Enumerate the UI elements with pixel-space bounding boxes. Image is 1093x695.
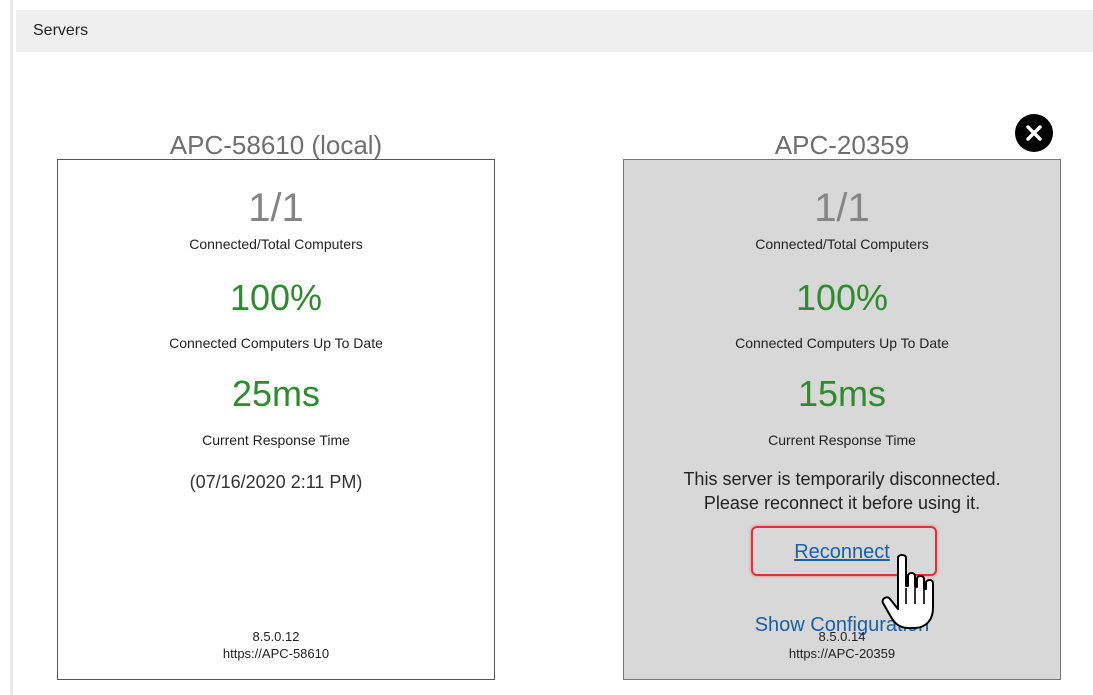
connected-label: Connected/Total Computers <box>189 236 363 252</box>
response-label: Current Response Time <box>202 432 350 448</box>
uptodate-value: 100% <box>229 277 323 318</box>
server-card-remote: APC-20359 1/1 Connected/Total Computers … <box>623 128 1061 680</box>
connected-label: Connected/Total Computers <box>755 236 929 252</box>
uptodate-value: 100% <box>795 277 889 318</box>
uptodate-label: Connected Computers Up To Date <box>169 335 383 351</box>
connected-ratio: 1/1 <box>248 186 304 230</box>
close-icon[interactable] <box>1015 114 1053 152</box>
uptodate-label: Connected Computers Up To Date <box>735 335 949 351</box>
server-stats-panel[interactable]: 1/1 Connected/Total Computers 100% Conne… <box>623 159 1061 680</box>
disconnected-warning: This server is temporarily disconnected.… <box>624 467 1060 515</box>
server-version: 8.5.0.14 <box>818 629 866 644</box>
server-name: APC-58610 (local) <box>169 130 383 160</box>
server-stats-panel[interactable]: 1/1 Connected/Total Computers 100% Conne… <box>57 159 495 680</box>
page-title: Servers <box>33 22 89 39</box>
server-name: APC-20359 <box>774 130 910 160</box>
warning-line-2: Please reconnect it before using it. <box>703 493 981 513</box>
warning-line-1: This server is temporarily disconnected. <box>683 469 1001 489</box>
response-value: 15ms <box>797 373 887 414</box>
server-version: 8.5.0.12 <box>252 629 300 644</box>
last-updated-timestamp: (07/16/2020 2:11 PM) <box>189 472 363 492</box>
response-label: Current Response Time <box>768 432 916 448</box>
left-border <box>10 0 13 695</box>
servers-header: Servers <box>16 10 1093 52</box>
reconnect-link[interactable]: Reconnect <box>624 540 1060 564</box>
server-card-local: APC-58610 (local) 1/1 Connected/Total Co… <box>57 128 495 680</box>
server-url: https://APC-20359 <box>788 646 896 661</box>
response-value: 25ms <box>231 373 321 414</box>
server-url: https://APC-58610 <box>222 646 330 661</box>
connected-ratio: 1/1 <box>814 186 870 230</box>
